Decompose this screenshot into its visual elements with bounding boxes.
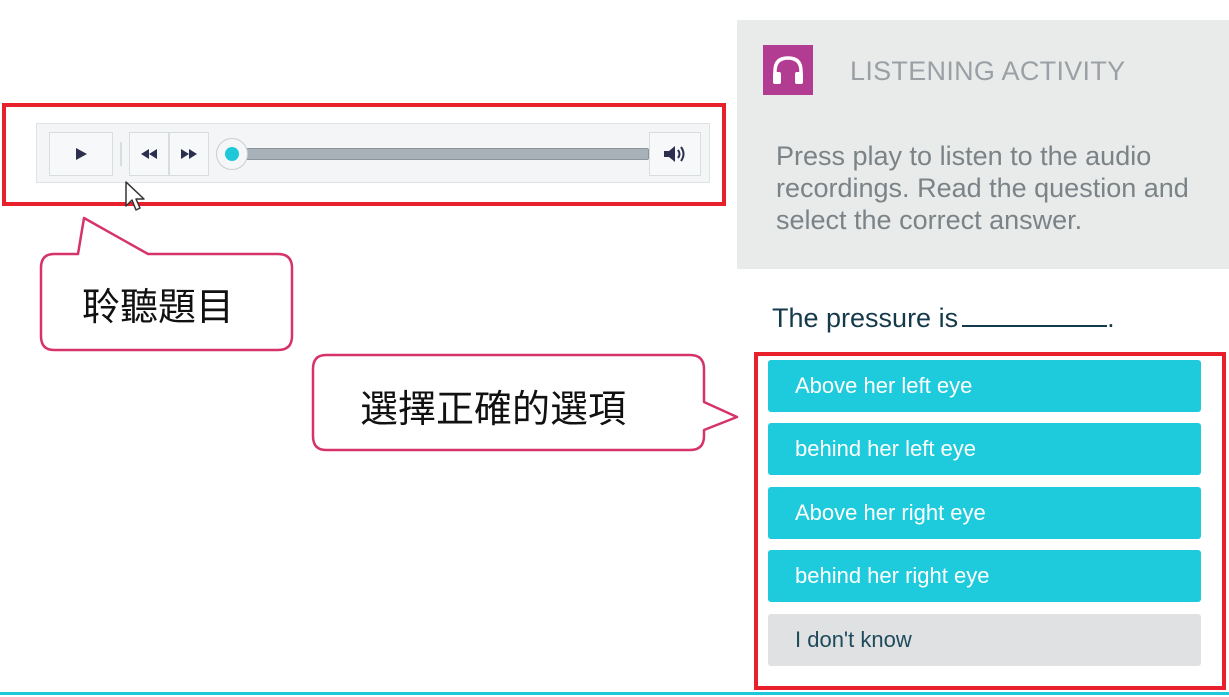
progress-handle-dot [225,147,239,161]
question-text: The pressure is. [772,299,1115,334]
progress-handle[interactable] [216,138,248,170]
answer-option-dont-know[interactable]: I don't know [768,614,1201,666]
answer-option[interactable]: behind her left eye [768,423,1201,475]
volume-button[interactable] [649,132,701,176]
play-icon [76,148,87,160]
fast-forward-button[interactable] [169,132,209,176]
activity-title: LISTENING ACTIVITY [850,56,1126,86]
activity-instructions: Press play to listen to the audio record… [776,141,1189,235]
answer-option[interactable]: Above her right eye [768,487,1201,539]
fast-forward-icon [181,149,197,159]
answer-option[interactable]: Above her left eye [768,360,1201,412]
question-prompt: The pressure is [772,303,959,333]
bottom-divider [0,692,1229,695]
answer-blank [962,299,1108,327]
progress-track[interactable] [229,148,649,160]
activity-panel: LISTENING ACTIVITY Press play to listen … [737,20,1229,269]
question-period: . [1107,303,1115,333]
callout-listen-text: 聆聽題目 [82,285,235,329]
rewind-button[interactable] [129,132,169,176]
control-divider [120,142,122,166]
callout-select-text: 選擇正確的選項 [360,387,627,431]
volume-icon [664,146,685,162]
play-button[interactable] [49,132,113,176]
rewind-icon [141,149,157,159]
mouse-pointer-icon [125,181,145,211]
audio-player [36,123,710,183]
headphones-icon [763,45,813,95]
answer-option[interactable]: behind her right eye [768,550,1201,602]
